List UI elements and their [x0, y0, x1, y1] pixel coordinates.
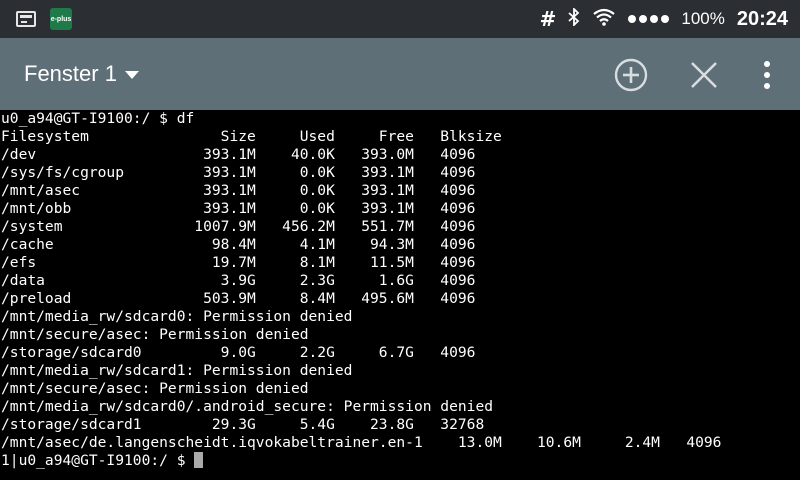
clock: 20:24	[736, 7, 788, 30]
terminal-icon	[16, 11, 36, 27]
terminal-line: /mnt/secure/asec: Permission denied	[1, 380, 309, 397]
terminal-prompt: 1|u0_a94@GT-I9100:/ $	[1, 452, 195, 469]
bluetooth-icon	[568, 6, 580, 30]
window-title: Fenster 1	[24, 61, 117, 86]
hash-icon: #	[539, 7, 557, 31]
add-window-icon	[614, 58, 648, 92]
terminal-line: Filesystem Size Used Free Blksize	[1, 128, 502, 145]
close-window-button[interactable]	[687, 58, 721, 92]
signal-icon	[628, 15, 670, 23]
terminal-line: /efs 19.7M 8.1M 11.5M 4096	[1, 254, 476, 271]
action-bar: Fenster 1	[0, 38, 800, 110]
wifi-icon	[592, 8, 616, 31]
terminal-line: /system 1007.9M 456.2M 551.7M 4096	[1, 218, 476, 235]
terminal-line: u0_a94@GT-I9100:/ $ df	[1, 110, 195, 127]
terminal-line: /mnt/asec/de.langenscheidt.iqvokabeltrai…	[1, 434, 722, 451]
terminal-line: /sys/fs/cgroup 393.1M 0.0K 393.1M 4096	[1, 164, 476, 181]
battery-percent: 100%	[681, 9, 725, 28]
eplus-icon: e-plus	[50, 8, 72, 30]
terminal-line: /preload 503.9M 8.4M 495.6M 4096	[1, 290, 476, 307]
terminal-line: /mnt/media_rw/sdcard0/.android_secure: P…	[1, 398, 494, 415]
terminal-line: /dev 393.1M 40.0K 393.0M 4096	[1, 146, 476, 163]
window-selector-dropdown[interactable]: Fenster 1	[24, 38, 139, 110]
terminal-cursor	[194, 452, 204, 468]
terminal-line: /mnt/obb 393.1M 0.0K 393.1M 4096	[1, 200, 476, 217]
terminal-line: /mnt/media_rw/sdcard0: Permission denied	[1, 308, 353, 325]
terminal-line: /mnt/asec 393.1M 0.0K 393.1M 4096	[1, 182, 476, 199]
terminal-output[interactable]: u0_a94@GT-I9100:/ $ df Filesystem Size U…	[0, 110, 800, 480]
close-window-icon	[691, 62, 717, 88]
terminal-line: /cache 98.4M 4.1M 94.3M 4096	[1, 236, 476, 253]
terminal-line: /data 3.9G 2.3G 1.6G 4096	[1, 272, 476, 289]
terminal-line: /mnt/media_rw/sdcard1: Permission denied	[1, 362, 353, 379]
eplus-label: e-plus	[50, 15, 72, 23]
terminal-prompt-line[interactable]: 1|u0_a94@GT-I9100:/ $	[0, 452, 800, 470]
overflow-menu-button[interactable]	[750, 58, 784, 92]
terminal-line: /storage/sdcard1 29.3G 5.4G 23.8G 32768	[1, 416, 485, 433]
status-bar: e-plus # 100% 20:24	[0, 0, 800, 38]
terminal-line: /mnt/secure/asec: Permission denied	[1, 326, 309, 343]
overflow-menu-icon	[764, 61, 770, 89]
chevron-down-icon	[124, 71, 139, 79]
add-window-button[interactable]	[614, 58, 648, 92]
terminal-line: /storage/sdcard0 9.0G 2.2G 6.7G 4096	[1, 344, 476, 361]
